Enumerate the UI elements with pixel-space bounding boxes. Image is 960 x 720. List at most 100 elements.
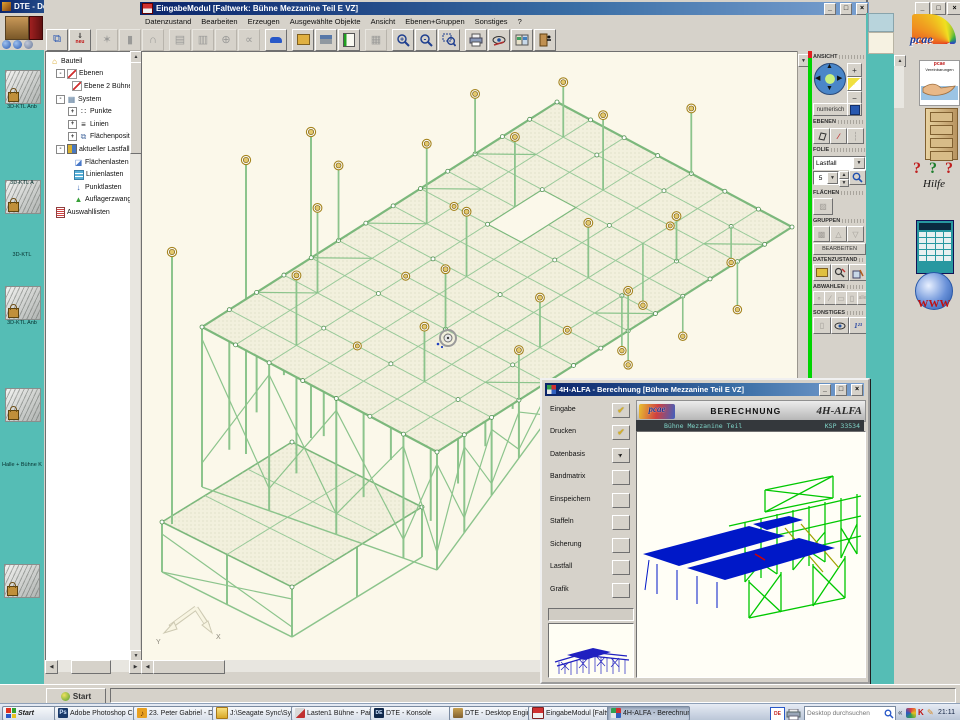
desktop-scroll-track[interactable] <box>894 66 904 108</box>
calculator-icon[interactable] <box>916 220 954 274</box>
task-folder[interactable]: J:\Seagate Sync\SyncRe... <box>212 706 295 720</box>
cabinet-icon[interactable] <box>925 108 958 160</box>
collapse-icon[interactable]: - <box>56 145 65 154</box>
expand-icon[interactable]: + <box>68 107 77 116</box>
chevron-down-icon[interactable]: ▼ <box>853 157 865 169</box>
menu-erzeugen[interactable]: Erzeugen <box>243 15 285 28</box>
task-lastfall-check[interactable] <box>612 560 630 575</box>
hilfe-icon[interactable]: ? ? ? Hilfe <box>908 160 960 200</box>
task-bandmatrix-check[interactable] <box>612 470 630 485</box>
tree-item-auflagerzwangsverformungen[interactable]: ▲Auflagerzwangsv <box>48 194 133 207</box>
export-icon[interactable] <box>292 29 314 51</box>
structure-edit-icon-button[interactable] <box>849 264 867 281</box>
tree-item-auswahllisten[interactable]: Auswahllisten <box>48 206 133 219</box>
view-rotate-pad[interactable]: ▲ ▼ ◀ ▶ <box>814 63 846 95</box>
menu-help[interactable]: ? <box>513 15 527 28</box>
dte-book-icon[interactable] <box>29 16 43 40</box>
www-icon[interactable]: WWW <box>908 272 960 328</box>
task-drucken-check[interactable] <box>612 425 630 440</box>
eingabemodul-titlebar[interactable]: EingabeModul [Faltwerk: Bühne Mezzanine … <box>140 2 869 15</box>
task-photoshop[interactable]: PsAdobe Photoshop CS3 E... <box>54 706 137 720</box>
zoom-out-icon[interactable]: - <box>415 29 437 51</box>
task-grafik-check[interactable] <box>612 583 630 598</box>
collapse-icon[interactable]: - <box>56 95 65 104</box>
tree-item-system[interactable]: -▦System <box>48 93 133 106</box>
rotate-left-icon[interactable]: ◀ <box>815 74 820 82</box>
tree-item-flaechenlasten[interactable]: ◪Flächenlasten <box>48 156 133 169</box>
plane-icon-button[interactable] <box>813 128 830 144</box>
eye-icon-button[interactable] <box>831 317 849 334</box>
display-options-icon[interactable] <box>488 29 510 51</box>
task-dte-konsole[interactable]: DEDTE - Konsole <box>370 706 453 720</box>
tray-kaspersky-icon[interactable]: K <box>918 707 924 718</box>
print-icon[interactable] <box>465 29 487 51</box>
desktop-icon-3dktl-3[interactable] <box>5 286 41 320</box>
task-paint[interactable]: Lasten1 Bühne - Paint <box>291 706 374 720</box>
tree-item-punktlasten[interactable]: ↓Punktlasten <box>48 181 133 194</box>
tree-item-linien[interactable]: +≡Linien <box>48 118 133 131</box>
restore-icon[interactable]: □ <box>840 3 852 15</box>
book-icon[interactable] <box>338 29 360 51</box>
tree-item-bauteil[interactable]: ⌂Bauteil <box>48 55 133 68</box>
task-einspeichern-check[interactable] <box>612 493 630 508</box>
menu-bearbeiten[interactable]: Bearbeiten <box>196 15 242 28</box>
task-staffeln-check[interactable] <box>612 515 630 530</box>
tree-item-aktueller-lastfall[interactable]: -aktueller Lastfall <box>48 143 133 156</box>
tree-item-flaechenpositionen[interactable]: +⧉Flächenpositione <box>48 131 133 144</box>
inspect-icon-button[interactable] <box>831 264 849 281</box>
zoom-plus-button[interactable]: + <box>847 63 862 77</box>
search-icon[interactable] <box>884 709 894 719</box>
expand-icon[interactable]: + <box>68 120 77 129</box>
restore-icon[interactable]: □ <box>835 384 847 396</box>
tray-messenger-icon[interactable] <box>906 708 916 718</box>
rotate-down-icon[interactable]: ▼ <box>826 85 833 92</box>
task-dte-desktop[interactable]: DTE - Desktop Engineeri... <box>449 706 532 720</box>
workbench-icon[interactable] <box>315 29 337 51</box>
dte-nav-forward-icon[interactable] <box>13 40 22 49</box>
expand-icon[interactable]: + <box>68 132 77 141</box>
menu-ebenen-gruppen[interactable]: Ebenen+Gruppen <box>400 15 469 28</box>
chevron-down-icon[interactable]: ▼ <box>827 172 838 184</box>
task-eingabemodul[interactable]: EingabeModul [Faltwerk:... <box>528 706 611 720</box>
stamp-icon-button[interactable] <box>813 264 831 281</box>
stepper-up-icon[interactable]: ▲ <box>839 171 849 179</box>
alfa-dialog-titlebar[interactable]: 4H-ALFA - Berechnung [Bühne Mezzanine Te… <box>545 383 864 396</box>
task-eingabe-check[interactable] <box>612 403 630 418</box>
tree-item-linienlasten[interactable]: Linienlasten <box>48 168 133 181</box>
folie-stepper[interactable]: ▲ ▼ <box>839 171 847 183</box>
collapse-icon[interactable]: - <box>56 69 65 78</box>
printer-tray-icon[interactable] <box>786 707 801 718</box>
start-button[interactable]: Start <box>2 706 56 720</box>
zoom-in-icon[interactable]: + <box>392 29 414 51</box>
scroll-thumb[interactable] <box>153 660 225 674</box>
close-icon[interactable]: × <box>851 384 863 396</box>
tree-item-ebenen[interactable]: -Ebenen <box>48 68 133 81</box>
edit-plane-icon-button[interactable]: ∕ <box>830 128 847 144</box>
pcae-logo[interactable]: pcae <box>906 14 958 50</box>
menu-sonstiges[interactable]: Sonstiges <box>470 15 513 28</box>
tree-vscrollbar[interactable]: ▲ ▼ <box>130 51 140 660</box>
minimize-icon[interactable]: _ <box>819 384 831 396</box>
bearbeiten-button[interactable]: BEARBEITEN <box>813 243 866 255</box>
search-input[interactable] <box>805 710 884 717</box>
task-sicherung-check[interactable] <box>612 538 630 553</box>
dte-nav-back-icon[interactable] <box>2 40 11 49</box>
dte-desk-icon[interactable] <box>5 16 29 40</box>
task-datenbasis-check[interactable] <box>612 448 630 463</box>
tray-expand-icon[interactable]: « <box>898 707 902 718</box>
minimize-icon[interactable]: _ <box>824 3 836 15</box>
tree-hscrollbar[interactable]: ◀ ▶ <box>45 660 140 672</box>
car-icon[interactable] <box>265 29 287 51</box>
gallery-icon[interactable] <box>511 29 533 51</box>
vereinbarungen-icon[interactable]: pcae Vereinbarungen <box>919 60 960 106</box>
numerisch-button[interactable]: numerisch <box>813 103 848 116</box>
task-music[interactable]: ♪23. Peter Gabriel - Don't ... <box>133 706 216 720</box>
desktop-search[interactable] <box>804 706 896 720</box>
desktop-icon-3dktl-4[interactable] <box>5 388 41 422</box>
dte-start-button[interactable]: Start <box>46 688 106 704</box>
menu-ansicht[interactable]: Ansicht <box>366 15 401 28</box>
folie-number-select[interactable]: 5 ▼ <box>813 171 839 185</box>
scroll-left-icon[interactable]: ◀ <box>45 660 58 674</box>
new-icon[interactable]: ⇓neu <box>69 29 91 51</box>
desktop-icon-3dktl-1[interactable] <box>5 70 41 104</box>
